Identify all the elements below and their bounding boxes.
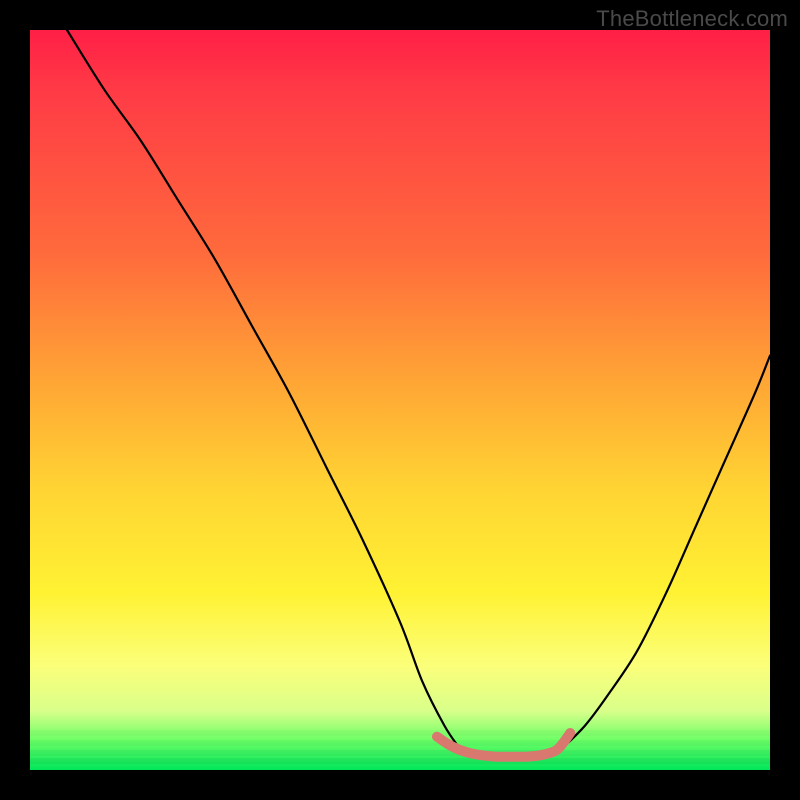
right-curve-path bbox=[563, 356, 770, 748]
valley-marker-path bbox=[437, 733, 570, 757]
curve-layer bbox=[30, 30, 770, 770]
plot-area bbox=[30, 30, 770, 770]
left-curve-path bbox=[67, 30, 459, 748]
outer-frame: TheBottleneck.com bbox=[0, 0, 800, 800]
attribution-text: TheBottleneck.com bbox=[596, 6, 788, 32]
